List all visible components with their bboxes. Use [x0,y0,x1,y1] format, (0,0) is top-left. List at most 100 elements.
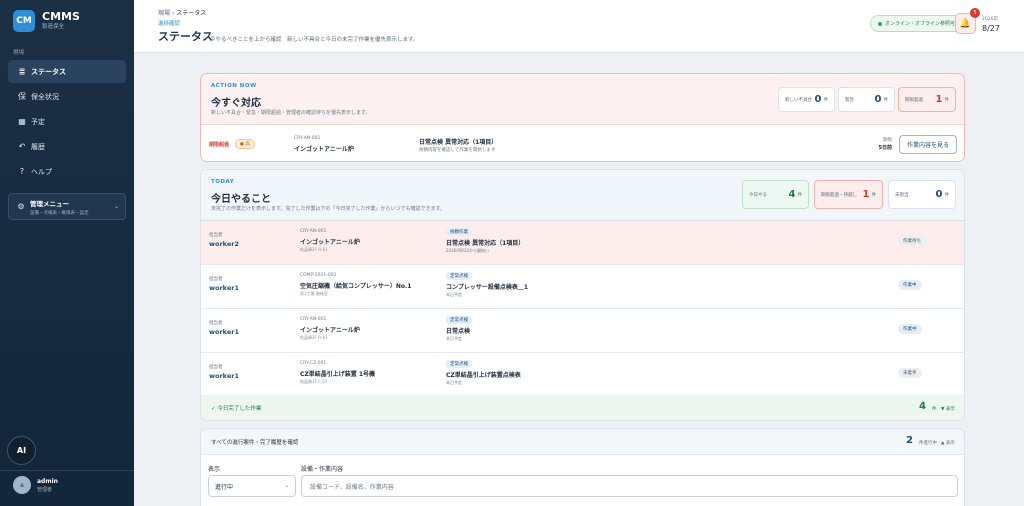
brand[interactable]: CM CMMS 製造保全 [0,0,134,32]
stat-label: 今日やる [749,192,767,198]
filter-label: 表示 [208,466,221,473]
due-value: 5日前 [878,145,892,151]
stat-overdue-carryover[interactable]: 期限超過・持越し 1 件 [814,180,883,209]
search-input[interactable]: 設備コード、設備名、作業内容 [301,475,958,497]
sidebar-item-label: 予定 [31,117,45,126]
nav-section-label: 現場 [13,50,25,56]
view-task-button[interactable]: 作業内容を見る [899,135,957,154]
expand-toggle[interactable]: ▼ 表示 [941,406,955,412]
online-status-label: オンライン・オフライン参照可 [885,21,956,27]
task-title: 日常点検 異常対応（1項目） [419,139,498,146]
table-row[interactable]: 担当者 worker2 CRY-AN-001 インゴットアニール炉 結晶棟2F … [201,221,964,265]
status-badge: 作業中 [898,280,922,290]
completed-today-toggle[interactable]: ✓ 今日完了した作業 4 件 ▼ 表示 [201,395,964,420]
stat-unit: 件 [797,192,803,198]
brand-name: CMMS [42,10,80,23]
brand-logo: CM [13,10,35,32]
admin-menu[interactable]: ⚙ 管理メニュー 設備・点検表・権限表・設定 ⌄ [8,193,126,220]
status-badge: 作業中 [898,324,922,334]
today-card: TODAY 今日やること 未完了の作業だけを表示します。完了した作業は下の「今日… [200,169,965,421]
action-item-row[interactable]: 期限超過 ● 高 CRY-AN-001 インゴットアニール炉 日常点検 異常対応… [201,124,964,161]
assignee: worker1 [209,284,239,292]
overdue-tag: 期限超過 [209,142,230,148]
equipment-code: CRY-AN-001 [300,229,327,234]
task-type-badge: 定常点検 [446,272,472,280]
task-subtitle: 依頼内容を確認して作業を開始します [419,148,496,153]
sidebar-item-label: ステータス [31,67,66,76]
stat-overdue[interactable]: 期限超過 1 件 [898,87,956,112]
task-title: 日常点検 [446,328,471,335]
completed-today-unit: 件 [932,407,937,412]
admin-menu-subtitle: 設備・点検表・権限表・設定 [30,210,89,216]
breadcrumb-home[interactable]: 現場 [158,10,170,17]
gear-icon: ⚙ [17,202,25,211]
stat-value: 0 [874,94,882,105]
stat-unassigned[interactable]: 未割当 0 件 [888,180,956,209]
stat-label: 未割当 [895,192,909,198]
stat-unit: 件 [871,192,877,198]
equipment-location: 結晶棟2F H-01 [300,335,328,340]
action-now-card: ACTION NOW 今すぐ対応 新しい不具合・緊急・期限超過・管理者の確認待ち… [200,73,965,162]
status-dot-icon [878,21,882,26]
status-filter-select[interactable]: 進行中 ⌄ [208,475,296,497]
today-title: 今日やること [211,194,271,205]
equipment-name: インゴットアニール炉 [294,146,354,153]
task-title: 日常点検 異常対応（1項目） [446,240,525,247]
today-header: TODAY 今日やること 未完了の作業だけを表示します。完了した作業は下の「今日… [201,170,964,221]
user-role: 管理者 [37,486,53,493]
in-progress-count: 2 [906,435,913,446]
stat-urgent[interactable]: 緊急 0 件 [838,87,895,112]
task-type-badge: 定常点検 [446,360,472,368]
task-title: コンプレッサー設備点検表＿1 [446,284,528,291]
sidebar-item-3[interactable]: ↶ 履歴 [8,135,126,158]
notification-button[interactable]: 🔔 5 [955,8,980,34]
status-badge: 未着手 [898,368,922,378]
nav-list: ≣ ステータス保保全状況 ▦ 予定 ↶ 履歴? ヘルプ [0,60,134,183]
task-title: CZ単結晶引上げ装置点検表 [446,372,521,379]
date-year: 2026年 [982,17,998,22]
maintenance-icon: 保 [18,92,26,101]
completed-today-count: 4 [919,401,926,412]
in-progress-unit: 件進行中 [919,441,937,446]
user-profile[interactable]: a admin 管理者 [13,476,58,494]
sidebar-item-2[interactable]: ▦ 予定 [8,110,126,133]
status-badge: 作業待ち [898,236,926,246]
sidebar-item-label: ヘルプ [31,167,52,176]
table-row[interactable]: 担当者 worker1 CRY-AN-001 インゴットアニール炉 結晶棟2F … [201,309,964,353]
stat-label: 新しい不具合 [785,97,812,103]
sidebar-item-0[interactable]: ≣ ステータス [8,60,126,83]
breadcrumb-separator: › [171,10,175,17]
notification-count-badge: 5 [970,8,980,18]
stat-new-defects[interactable]: 新しい不具合 0 件 [778,87,835,112]
equipment-location: 結晶棟2F H-01 [300,247,328,252]
page-title: ステータス [158,30,213,43]
equipment-code: CRY-AN-001 [300,317,327,322]
stat-label: 期限超過・持越し [821,192,857,198]
task-type-badge: 依頼作業 [446,228,472,236]
assignee: worker1 [209,328,239,336]
ai-assistant-button[interactable]: AI [7,436,36,465]
task-type-badge: 定常点検 [446,316,472,324]
sidebar-item-label: 履歴 [31,142,45,151]
breadcrumb-current: ステータス [176,10,207,17]
status-filter-value: 進行中 [215,483,234,491]
table-row[interactable]: 担当者 worker1 CRY-CZ-001 CZ単結晶引上げ装置 1号機 結晶… [201,353,964,397]
due-label: 期限 [883,138,892,143]
equipment-code: COMP-2021-001 [300,273,337,278]
table-row[interactable]: 担当者 worker1 COMP-2021-001 空気圧縮機（給気コンプレッサ… [201,265,964,309]
action-title: 今すぐ対応 [211,98,261,109]
stat-today[interactable]: 今日やる 4 件 [742,180,809,209]
chevron-down-icon: ⌄ [113,203,119,210]
action-kicker: ACTION NOW [211,83,257,89]
admin-menu-title: 管理メニュー [30,199,69,208]
calendar-icon: ▦ [18,117,26,126]
equipment-name: 空気圧縮機（給気コンプレッサー）No.1 [300,283,412,290]
all-tasks-header[interactable]: すべての進行案件・完了履歴を確認 2 件進行中 ▲ 表示 [201,429,964,455]
date-month-day: 8/27 [982,24,1000,33]
stat-label: 緊急 [845,97,854,103]
sidebar-item-1[interactable]: 保保全状況 [8,85,126,108]
sidebar-item-4[interactable]: ? ヘルプ [8,160,126,183]
collapse-toggle[interactable]: ▲ 表示 [941,440,955,446]
stat-unit: 件 [944,192,950,198]
equipment-name: インゴットアニール炉 [300,327,360,334]
